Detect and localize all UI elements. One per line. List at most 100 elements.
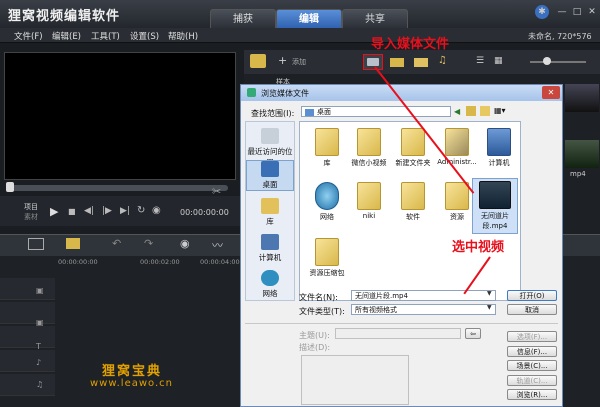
menu-bar <box>0 28 600 43</box>
folder-icon <box>357 128 381 156</box>
title-track-icon: T <box>36 342 41 351</box>
options-button[interactable]: 选项(F)... <box>507 331 557 342</box>
description-textarea[interactable] <box>301 355 409 405</box>
place-computer-label: 计算机 <box>258 253 282 262</box>
record-icon[interactable]: ◉ <box>180 237 190 250</box>
tab-capture[interactable]: 捕获 <box>210 9 276 28</box>
file-item-label: 新建文件夹 <box>395 159 431 167</box>
place-computer[interactable]: 计算机 <box>246 234 294 263</box>
menu-edit[interactable]: 编辑(E) <box>52 30 81 42</box>
help-icon[interactable]: ✱ <box>535 5 549 19</box>
redo-icon[interactable]: ↷ <box>144 237 153 250</box>
repeat-icon[interactable]: ↻ <box>137 205 145 216</box>
library-thumb[interactable] <box>565 84 599 112</box>
next-frame-icon[interactable]: |▶ <box>102 206 112 216</box>
filetype-select[interactable]: 所有视频格式 <box>351 304 496 315</box>
seek-bar[interactable] <box>6 185 228 191</box>
open-button[interactable]: 打开(O) <box>507 290 557 301</box>
storyboard-icon[interactable] <box>28 238 44 250</box>
folder-icon <box>445 182 469 210</box>
library-icon[interactable] <box>250 54 266 68</box>
zoom-slider[interactable] <box>530 61 586 63</box>
overlay-track-header[interactable] <box>0 302 55 324</box>
scene-button[interactable]: 场景(C)... <box>507 360 557 371</box>
timecode-display[interactable]: 00:00:00:00 <box>180 208 229 217</box>
dialog-close-button[interactable]: ✕ <box>542 86 560 99</box>
video-track-icon: ▣ <box>36 286 44 295</box>
zoom-slider-handle[interactable] <box>543 57 551 65</box>
file-item[interactable]: niki <box>346 182 392 220</box>
new-folder-icon[interactable] <box>480 106 490 116</box>
file-item-selected-video[interactable]: 无间道片段.mp4 <box>472 178 518 234</box>
menu-file[interactable]: 文件(F) <box>14 30 43 42</box>
apply-subject-icon[interactable]: ⇦ <box>465 328 481 339</box>
end-icon[interactable]: ▶| <box>120 206 130 216</box>
computer-place-icon <box>261 234 279 250</box>
ruler-right: 00:00:04:00 <box>200 258 240 266</box>
volume-icon[interactable]: ◉ <box>152 205 161 216</box>
place-library[interactable]: 库 <box>246 198 294 227</box>
add-label[interactable]: 添加 <box>292 57 306 67</box>
filename-dropdown-icon[interactable]: ▼ <box>487 290 492 297</box>
browse-button[interactable]: 浏览(R)... <box>507 389 557 400</box>
filetype-dropdown-icon[interactable]: ▼ <box>487 304 492 311</box>
menu-tools[interactable]: 工具(T) <box>91 30 120 42</box>
app-title: 狸窝视频编辑软件 <box>8 9 121 24</box>
file-item[interactable]: Administr... <box>434 128 480 166</box>
seek-handle[interactable] <box>6 182 14 192</box>
menu-help[interactable]: 帮助(H) <box>168 30 198 42</box>
library-thumb-label: mp4 <box>570 170 586 178</box>
lookin-select[interactable]: 桌面 <box>301 106 451 117</box>
minimize-icon[interactable]: — <box>555 5 569 19</box>
back-icon[interactable]: ◀ <box>454 107 460 116</box>
mode-clip[interactable]: 素材 <box>24 212 38 222</box>
file-item[interactable]: 库 <box>304 128 350 168</box>
info-button[interactable]: 信息(F)... <box>507 346 557 357</box>
view-menu-icon[interactable]: ▦▾ <box>494 106 506 115</box>
grid-view-icon[interactable]: ▦ <box>494 56 503 66</box>
tab-edit[interactable]: 编辑 <box>276 9 342 28</box>
library-place-icon <box>261 198 279 214</box>
folder-icon <box>401 128 425 156</box>
list-view-icon[interactable]: ☰ <box>476 56 484 66</box>
folder-icon <box>315 238 339 266</box>
up-folder-icon[interactable] <box>466 106 476 116</box>
voice-track-header[interactable] <box>0 350 55 372</box>
file-item[interactable]: 计算机 <box>476 128 522 168</box>
library-thumb[interactable] <box>565 140 599 168</box>
maximize-icon[interactable]: □ <box>570 5 584 19</box>
subject-input[interactable] <box>335 328 461 339</box>
undo-icon[interactable]: ↶ <box>112 237 121 250</box>
video-filter-icon[interactable] <box>390 58 404 67</box>
computer-icon <box>487 128 511 156</box>
music-track-header[interactable] <box>0 374 55 396</box>
image-filter-icon[interactable] <box>414 58 428 67</box>
place-desktop[interactable]: 桌面 <box>246 160 294 191</box>
menu-settings[interactable]: 设置(S) <box>130 30 159 42</box>
desktop-place-icon <box>261 161 279 177</box>
play-icon[interactable]: ▶ <box>50 205 58 218</box>
select-hint-annotation: 选中视频 <box>452 240 505 255</box>
mode-project[interactable]: 项目 <box>24 202 38 212</box>
tab-share[interactable]: 共享 <box>342 9 408 28</box>
cancel-button[interactable]: 取消 <box>507 304 557 315</box>
add-icon[interactable]: + <box>278 54 287 67</box>
place-network[interactable]: 网络 <box>246 270 294 299</box>
filename-label: 文件名(N): <box>299 293 338 302</box>
stop-icon[interactable]: ■ <box>68 207 76 216</box>
audio-filter-icon[interactable]: ♫ <box>438 55 447 66</box>
file-item[interactable]: 资源压缩包 <box>304 238 350 278</box>
timeline-view-icon[interactable] <box>66 238 80 249</box>
close-icon[interactable]: ✕ <box>585 5 599 19</box>
prev-frame-icon[interactable]: ◀| <box>84 206 94 216</box>
watermark-url: www.leawo.cn <box>90 378 173 389</box>
filename-input[interactable]: 无间道片段.mp4 <box>351 290 496 301</box>
video-track-header[interactable] <box>0 278 55 300</box>
track-button[interactable]: 轨道(C)... <box>507 375 557 386</box>
divider <box>245 323 558 324</box>
title-track-header[interactable] <box>0 326 55 348</box>
file-item[interactable]: 软件 <box>390 182 436 222</box>
audio-mixer-icon[interactable]: 〰 <box>212 237 223 253</box>
file-item[interactable]: 网络 <box>304 182 350 222</box>
file-item[interactable]: 微信小视频 <box>346 128 392 168</box>
